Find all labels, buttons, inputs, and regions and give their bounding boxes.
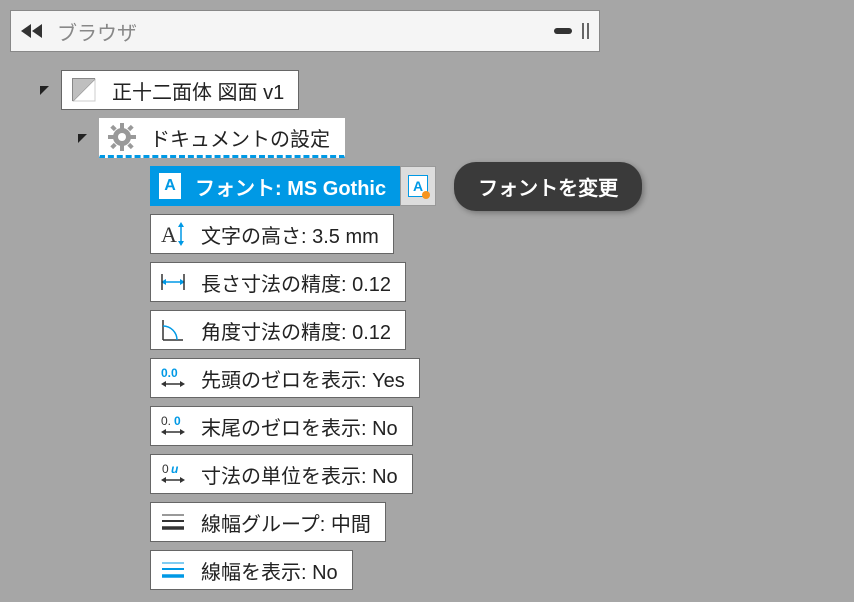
svg-text:0.: 0. [161, 414, 171, 428]
svg-text:0.0: 0.0 [161, 366, 178, 380]
tree-row-text-height[interactable]: A 文字の高さ: 3.5 mm [150, 214, 854, 254]
font-icon: A [159, 173, 181, 199]
lineweight-show-icon [159, 556, 187, 584]
item-label: 長さ寸法の精度: 0.12 [201, 268, 391, 297]
rewind-icon[interactable] [21, 24, 43, 38]
gear-icon [108, 123, 136, 151]
doc-settings-node[interactable]: ドキュメントの設定 [99, 118, 345, 158]
doc-settings-label: ドキュメントの設定 [150, 123, 330, 152]
tree-row-root[interactable]: 正十二面体 図面 v1 [40, 70, 854, 110]
item-label: 先頭のゼロを表示: Yes [201, 364, 405, 393]
item-label: 角度寸法の精度: 0.12 [201, 316, 391, 345]
text-height-icon: A [159, 220, 187, 248]
root-label: 正十二面体 図面 v1 [112, 76, 284, 105]
expand-triangle-icon[interactable] [78, 134, 87, 143]
tree-row-length-precision[interactable]: 長さ寸法の精度: 0.12 [150, 262, 854, 302]
leading-zero-icon: 0.0 [159, 364, 187, 392]
item-label: 線幅を表示: No [201, 556, 338, 585]
change-font-button[interactable]: A [400, 166, 436, 206]
tree-row-doc-settings[interactable]: ドキュメントの設定 [78, 118, 854, 158]
svg-text:A: A [161, 222, 177, 247]
expand-triangle-icon[interactable] [40, 86, 49, 95]
tree: 正十二面体 図面 v1 [40, 70, 854, 590]
units-icon: 0 u [159, 460, 187, 488]
tree-row-leading-zero[interactable]: 0.0 先頭のゼロを表示: Yes [150, 358, 854, 398]
tree-row-font: A フォント: MS Gothic A フォントを変更 [150, 166, 854, 206]
svg-text:0: 0 [174, 414, 181, 428]
dimension-angle-icon [159, 316, 187, 344]
tree-row-lineweight-show[interactable]: 線幅を表示: No [150, 550, 854, 590]
tree-row-units[interactable]: 0 u 寸法の単位を表示: No [150, 454, 854, 494]
svg-text:u: u [171, 462, 179, 476]
minimize-pill-icon[interactable] [554, 26, 572, 36]
resize-handle-icon[interactable] [582, 23, 589, 39]
item-label: 文字の高さ: 3.5 mm [201, 220, 379, 249]
tooltip: フォントを変更 [454, 162, 642, 211]
drawing-icon [70, 76, 98, 104]
font-node-selected[interactable]: A フォント: MS Gothic [150, 166, 401, 206]
lineweight-group-icon [159, 508, 187, 536]
browser-title: ブラウザ [57, 17, 554, 46]
trailing-zero-icon: 0. 0 [159, 412, 187, 440]
browser-bar: ブラウザ [10, 10, 600, 52]
font-label: フォント: MS Gothic [195, 172, 386, 201]
svg-text:0: 0 [162, 462, 169, 476]
browser-controls [554, 23, 589, 39]
item-label: 末尾のゼロを表示: No [201, 412, 398, 441]
tree-row-angle-precision[interactable]: 角度寸法の精度: 0.12 [150, 310, 854, 350]
drawing-root-node[interactable]: 正十二面体 図面 v1 [61, 70, 299, 110]
item-label: 寸法の単位を表示: No [201, 460, 398, 489]
font-edit-icon: A [408, 175, 428, 197]
dimension-length-icon [159, 268, 187, 296]
tree-row-lineweight-group[interactable]: 線幅グループ: 中間 [150, 502, 854, 542]
tree-row-trailing-zero[interactable]: 0. 0 末尾のゼロを表示: No [150, 406, 854, 446]
item-label: 線幅グループ: 中間 [201, 508, 371, 537]
